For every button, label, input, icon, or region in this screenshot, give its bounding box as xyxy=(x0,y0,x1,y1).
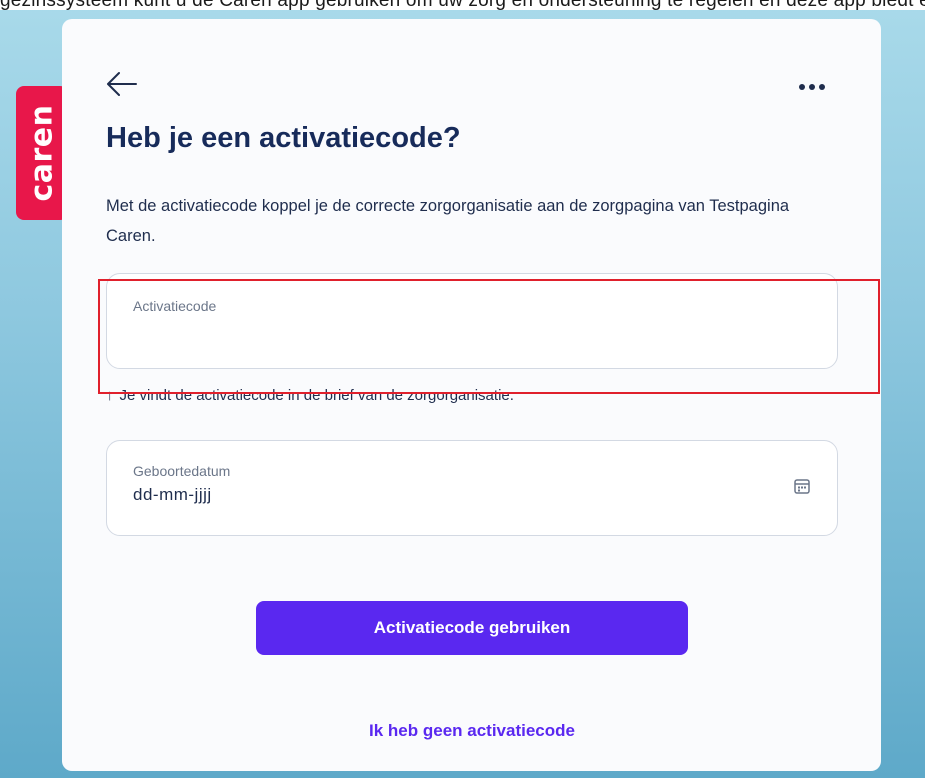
more-horizontal-icon[interactable] xyxy=(797,79,827,90)
birthdate-value[interactable]: dd-mm-jjjj xyxy=(133,485,212,505)
arrow-up-icon: ↑ xyxy=(106,387,114,404)
no-activation-code-link[interactable]: Ik heb geen activatiecode xyxy=(256,721,688,741)
activation-code-field[interactable]: Activatiecode xyxy=(106,273,838,369)
brand-logo-text: caren xyxy=(24,104,60,202)
activation-code-hint: ↑ Je vindt de activatiecode in de brief v… xyxy=(106,387,706,404)
activation-card: Heb je een activatiecode? Met de activat… xyxy=(62,19,881,771)
page-description: Met de activatiecode koppel je de correc… xyxy=(106,197,790,245)
arrow-left-icon[interactable] xyxy=(106,71,138,97)
birthdate-label: Geboortedatum xyxy=(133,463,231,479)
brand-logo-tab: caren xyxy=(16,86,68,220)
hint-text: Je vindt de activatiecode in de brief va… xyxy=(119,387,514,404)
calendar-icon[interactable] xyxy=(793,477,811,495)
page-title: Heb je een activatiecode? xyxy=(106,122,461,154)
banner-text: gezinssysteem kunt u de Caren app gebrui… xyxy=(0,0,925,10)
birthdate-field[interactable]: Geboortedatum dd-mm-jjjj xyxy=(106,440,838,536)
activation-code-label: Activatiecode xyxy=(133,298,217,314)
top-banner: gezinssysteem kunt u de Caren app gebrui… xyxy=(0,0,925,10)
use-activation-code-button[interactable]: Activatiecode gebruiken xyxy=(256,601,688,655)
